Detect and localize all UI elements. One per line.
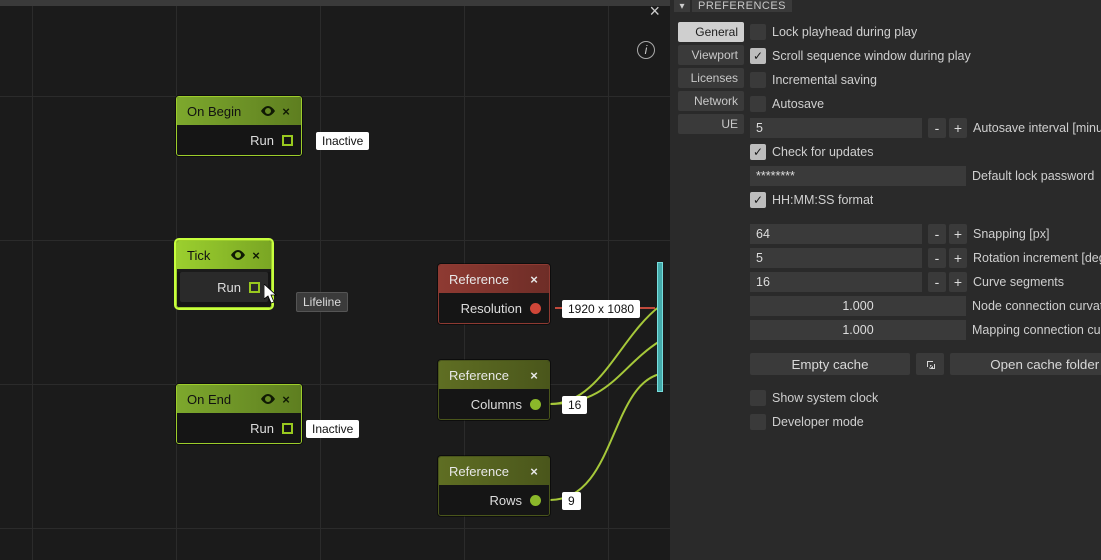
checkbox-system-clock[interactable]: [750, 390, 766, 406]
option-label: Node connection curvature: [972, 299, 1101, 313]
node-reference-resolution[interactable]: Reference × Resolution: [438, 264, 550, 324]
lock-password-field[interactable]: ********: [750, 166, 966, 186]
checkbox-developer-mode[interactable]: [750, 414, 766, 430]
checkbox-check-updates[interactable]: ✓: [750, 144, 766, 160]
rotation-increment-increment[interactable]: +: [949, 248, 967, 268]
node-on-end[interactable]: On End × Run: [176, 384, 302, 444]
node-on-begin[interactable]: On Begin × Run: [176, 96, 302, 156]
node-status-tag: Inactive: [306, 420, 359, 438]
value-tag: 16: [562, 396, 587, 414]
exec-port[interactable]: [282, 423, 293, 434]
node-title: Reference: [449, 464, 509, 479]
option-label: Lock playhead during play: [772, 25, 917, 39]
eye-icon[interactable]: [259, 392, 277, 407]
category-licenses[interactable]: Licenses: [678, 68, 744, 88]
curve-segments-field[interactable]: 16: [750, 272, 922, 292]
checkbox-lock-playhead[interactable]: [750, 24, 766, 40]
rotation-increment-decrement[interactable]: -: [928, 248, 946, 268]
node-title: Reference: [449, 368, 509, 383]
panel-menu-icon[interactable]: ▾: [674, 0, 690, 12]
exec-port[interactable]: [249, 282, 260, 293]
option-label: Developer mode: [772, 415, 864, 429]
preferences-panel: ▾ PREFERENCES × General Viewport License…: [670, 0, 1101, 560]
preferences-categories: General Viewport Licenses Network UE: [678, 22, 744, 550]
exec-port[interactable]: [282, 135, 293, 146]
open-cache-folder-icon[interactable]: [916, 353, 944, 375]
port-label: Run: [250, 421, 274, 436]
node-title: On End: [187, 392, 231, 407]
autosave-interval-field[interactable]: 5: [750, 118, 922, 138]
port-label: Run: [250, 133, 274, 148]
checkbox-autosave[interactable]: [750, 96, 766, 112]
close-icon[interactable]: ×: [277, 392, 295, 407]
category-network[interactable]: Network: [678, 91, 744, 111]
snapping-field[interactable]: 64: [750, 224, 922, 244]
option-label: Show system clock: [772, 391, 878, 405]
close-icon[interactable]: ×: [277, 104, 295, 119]
port-label: Columns: [471, 397, 522, 412]
editor-close-icon[interactable]: ×: [649, 1, 660, 22]
category-general[interactable]: General: [678, 22, 744, 42]
curve-segments-decrement[interactable]: -: [928, 272, 946, 292]
checkbox-scroll-sequence[interactable]: ✓: [750, 48, 766, 64]
node-title: On Begin: [187, 104, 241, 119]
node-connection-curvature-field[interactable]: 1.000: [750, 296, 966, 316]
open-cache-folder-button[interactable]: Open cache folder: [950, 353, 1101, 375]
value-tag: 9: [562, 492, 581, 510]
port-label: Run: [217, 280, 241, 295]
eye-icon[interactable]: [229, 248, 247, 263]
value-tag: 1920 x 1080: [562, 300, 640, 318]
preferences-options: Lock playhead during play ✓ Scroll seque…: [750, 22, 1101, 550]
output-port[interactable]: [530, 399, 541, 410]
selection-handle[interactable]: [657, 262, 663, 392]
node-reference-rows[interactable]: Reference × Rows: [438, 456, 550, 516]
curve-segments-increment[interactable]: +: [949, 272, 967, 292]
checkbox-hhmmss[interactable]: ✓: [750, 192, 766, 208]
output-port[interactable]: [530, 495, 541, 506]
node-tick[interactable]: Tick × Run: [176, 240, 272, 308]
output-port[interactable]: [530, 303, 541, 314]
option-label: Autosave interval [minutes]: [973, 121, 1101, 135]
option-label: Mapping connection curvature: [972, 323, 1101, 337]
close-icon[interactable]: ×: [247, 248, 265, 263]
snapping-decrement[interactable]: -: [928, 224, 946, 244]
option-label: Check for updates: [772, 145, 873, 159]
category-ue[interactable]: UE: [678, 114, 744, 134]
close-icon[interactable]: ×: [525, 368, 543, 383]
eye-icon[interactable]: [259, 104, 277, 119]
option-label: Scroll sequence window during play: [772, 49, 971, 63]
option-label: Autosave: [772, 97, 824, 111]
autosave-interval-decrement[interactable]: -: [928, 118, 946, 138]
node-title: Reference: [449, 272, 509, 287]
snapping-increment[interactable]: +: [949, 224, 967, 244]
port-label: Rows: [489, 493, 522, 508]
checkbox-incremental-saving[interactable]: [750, 72, 766, 88]
port-label: Resolution: [461, 301, 522, 316]
option-label: Curve segments: [973, 275, 1064, 289]
node-title: Tick: [187, 248, 210, 263]
empty-cache-button[interactable]: Empty cache: [750, 353, 910, 375]
category-viewport[interactable]: Viewport: [678, 45, 744, 65]
node-editor[interactable]: × i On Begin × Run: [0, 0, 670, 560]
editor-info-icon[interactable]: i: [637, 41, 655, 59]
option-label: Snapping [px]: [973, 227, 1049, 241]
panel-title[interactable]: PREFERENCES: [692, 0, 792, 12]
mapping-connection-curvature-field[interactable]: 1.000: [750, 320, 966, 340]
node-reference-columns[interactable]: Reference × Columns: [438, 360, 550, 420]
node-status-tag: Inactive: [316, 132, 369, 150]
tooltip: Lifeline: [296, 292, 348, 312]
option-label: Default lock password: [972, 169, 1094, 183]
option-label: Incremental saving: [772, 73, 877, 87]
mouse-cursor-icon: [264, 284, 280, 304]
close-icon[interactable]: ×: [525, 272, 543, 287]
option-label: HH:MM:SS format: [772, 193, 873, 207]
option-label: Rotation increment [degrees]: [973, 251, 1101, 265]
rotation-increment-field[interactable]: 5: [750, 248, 922, 268]
autosave-interval-increment[interactable]: +: [949, 118, 967, 138]
close-icon[interactable]: ×: [525, 464, 543, 479]
